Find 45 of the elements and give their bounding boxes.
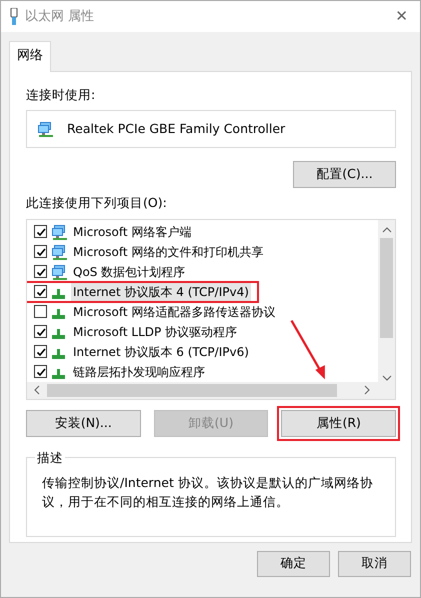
checkbox[interactable] [34, 265, 47, 278]
checkbox[interactable] [34, 345, 47, 358]
network-computer-icon [51, 224, 67, 240]
ethernet-plug-icon [9, 8, 19, 26]
checkbox[interactable] [34, 245, 47, 258]
window-title: 以太网 属性 [25, 8, 94, 26]
list-item[interactable]: Microsoft LLDP 协议驱动程序 [71, 322, 240, 341]
network-computer-icon [51, 264, 67, 280]
checkbox[interactable] [34, 365, 47, 378]
description-text: 传输控制协议/Internet 协议。该协议是默认的广域网络协议，用于在不同的相互连接的网络上通信。 [42, 474, 374, 512]
section-label: 连接时使用: [26, 86, 96, 104]
check-icon [36, 246, 46, 257]
check-icon [36, 226, 46, 237]
tab[interactable]: 网络 [9, 41, 51, 72]
check-icon [36, 346, 46, 357]
network-computer-icon [51, 244, 67, 260]
check-icon [36, 266, 46, 277]
section-label: 此连接使用下列项目(O): [26, 194, 168, 212]
vertical-scrollbar[interactable] [378, 220, 395, 382]
list-item[interactable]: Internet 协议版本 6 (TCP/IPv6) [71, 342, 251, 361]
checkbox[interactable] [34, 325, 47, 338]
properties-button[interactable]: 属性(R) [281, 410, 396, 437]
list-item[interactable]: Microsoft 网络适配器多路传送器协议 [71, 302, 278, 321]
list-item[interactable]: Microsoft 网络客户端 [71, 222, 194, 241]
list-item[interactable]: 链路层拓扑发现响应程序 [71, 362, 207, 381]
checkbox[interactable] [34, 305, 47, 318]
check-icon [36, 286, 46, 297]
list-item[interactable]: QoS 数据包计划程序 [71, 262, 188, 281]
cancel-button[interactable]: 取消 [338, 550, 411, 576]
configure-button[interactable]: 配置(C)... [293, 160, 396, 188]
ok-button[interactable]: 确定 [257, 550, 330, 576]
adapter-name: Realtek PCIe GBE Family Controller [67, 120, 286, 138]
scroll-left-icon [33, 385, 41, 396]
check-icon [36, 326, 46, 337]
scroll-right-icon [363, 385, 371, 396]
horizontal-scrollbar[interactable] [27, 382, 395, 399]
close-button[interactable]: ✕ [391, 5, 412, 28]
list-item[interactable]: Microsoft 网络的文件和打印机共享 [71, 242, 266, 261]
scroll-up-icon [382, 226, 392, 234]
scroll-down-icon [382, 374, 392, 382]
checkbox[interactable] [34, 225, 47, 238]
install-button[interactable]: 安装(N)... [26, 410, 141, 437]
check-icon [36, 366, 46, 377]
network-adapter-icon [37, 121, 53, 138]
checkbox[interactable] [34, 285, 47, 298]
